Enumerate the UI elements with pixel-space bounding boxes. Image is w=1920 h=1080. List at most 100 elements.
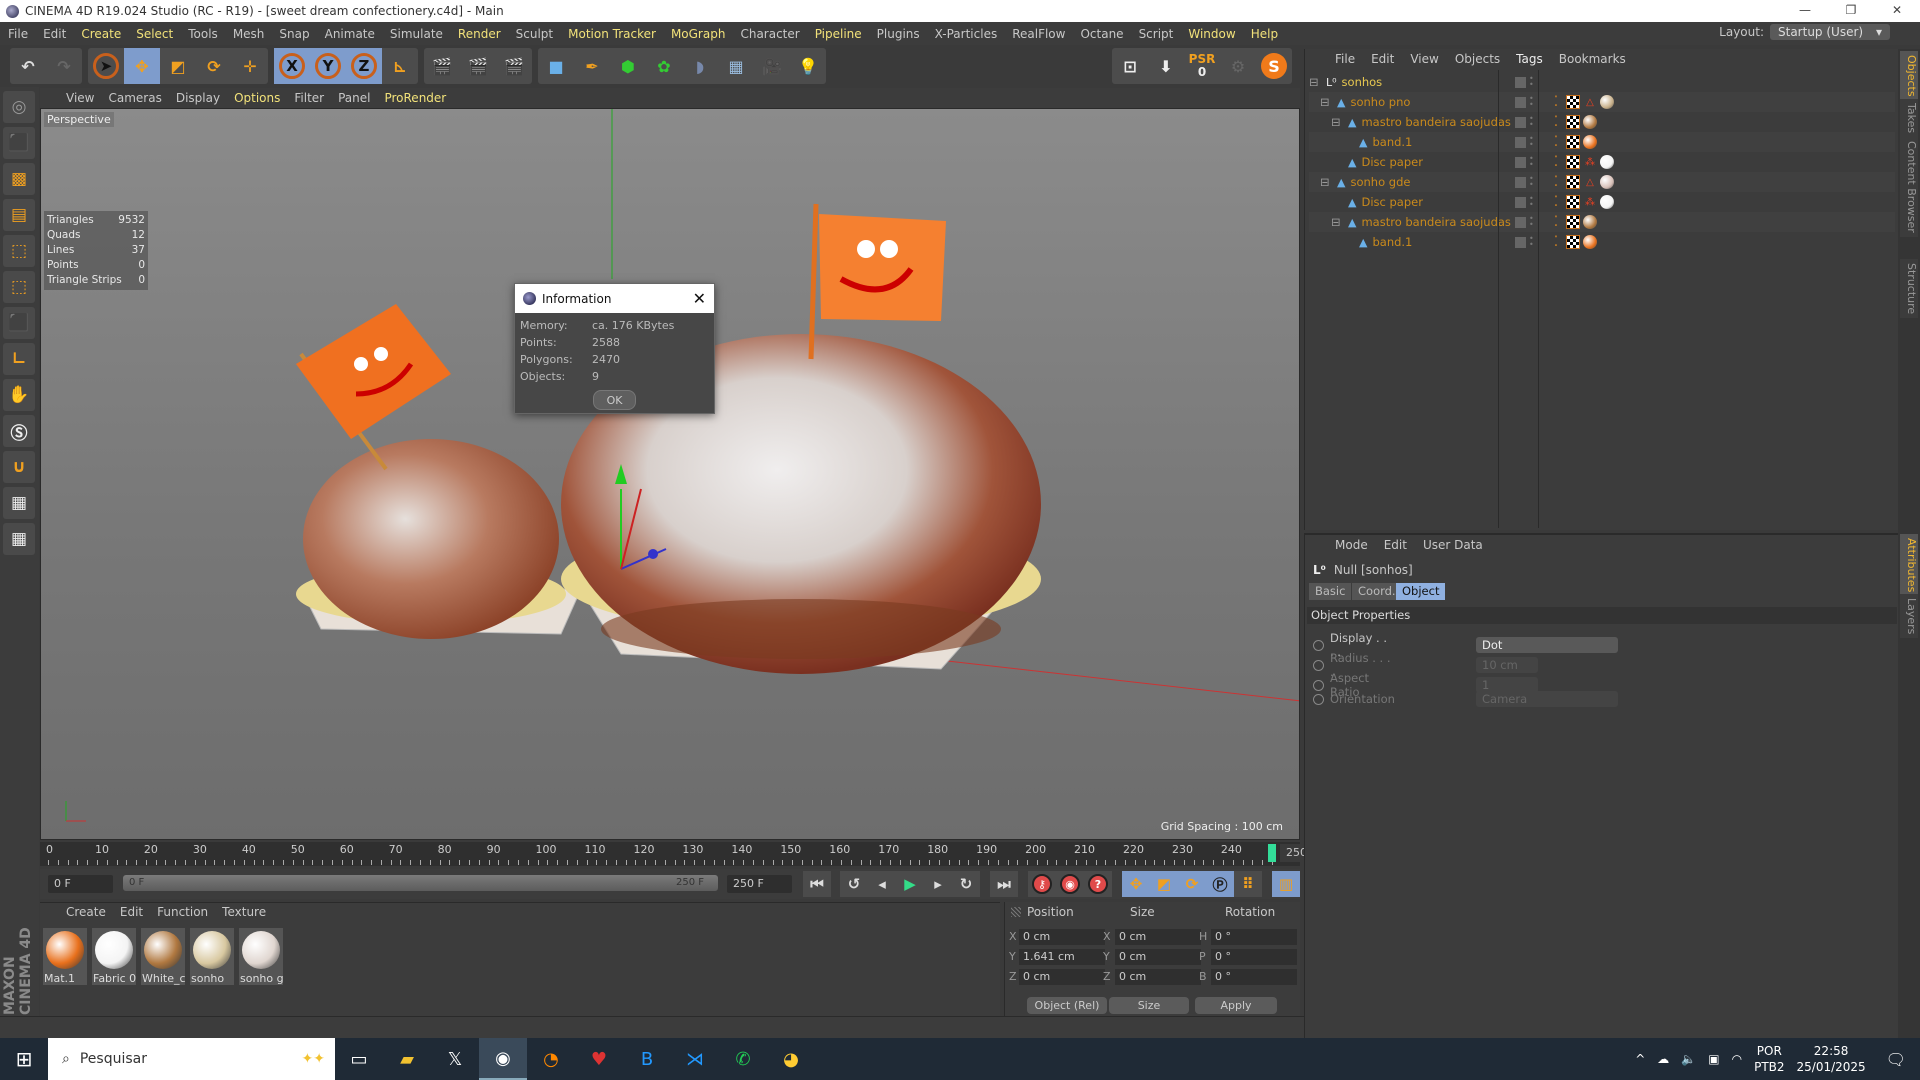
polygons-mode-icon[interactable]: ⬛ [3,307,35,339]
render-dots[interactable]: • • [1529,195,1534,209]
size-mode-select[interactable]: Size [1109,997,1189,1014]
menu-render[interactable]: Render [458,27,501,41]
tree-row[interactable]: ⊟ ▲ sonho gde • • ⁚ △ [1309,172,1895,192]
y-axis-lock-button[interactable]: Y [310,48,346,84]
material-tag-icon[interactable] [1600,95,1614,109]
snap-icon[interactable]: Ⓢ [3,415,35,447]
tree-row[interactable]: ⊟ ▲ mastro bandeira saojudas • • ⁚ [1309,212,1895,232]
magnet-icon[interactable]: ∪ [3,451,35,483]
material-tag-icon[interactable] [1600,175,1614,189]
light-icon[interactable]: 💡 [790,48,826,84]
object-menu-edit[interactable]: Edit [1371,52,1394,69]
object-name[interactable]: mastro bandeira saojudas [1361,115,1510,129]
key-pla-icon[interactable]: ⠿ [1234,871,1262,897]
camera-label[interactable]: Perspective [44,112,114,127]
restore-button[interactable]: ❐ [1828,0,1874,20]
phong-tag-icon[interactable]: ⁚ [1549,234,1563,250]
tree-row[interactable]: ▲ Disc paper • • ⁚ ⁂ [1309,192,1895,212]
material-tag-icon[interactable] [1600,195,1614,209]
viewport-menu-filter[interactable]: Filter [294,91,324,105]
camera-icon[interactable]: 🎥 [754,48,790,84]
uvw-tag-icon[interactable] [1566,235,1580,249]
tree-row[interactable]: ⊟ ▲ sonho pno • • ⁚ △ [1309,92,1895,112]
visibility-toggle[interactable] [1515,156,1526,168]
autokey-icon[interactable]: ◉ [1056,871,1084,897]
key-position-icon[interactable]: ✥ [1122,871,1150,897]
ok-button[interactable]: OK [593,390,636,410]
render-dots[interactable]: • • [1529,95,1534,109]
menu-motion-tracker[interactable]: Motion Tracker [568,27,656,41]
material-swatch[interactable]: Mat.1 [43,928,87,985]
workplane-lock-icon[interactable]: ▦ [3,487,35,519]
menu-snap[interactable]: Snap [279,27,309,41]
material-swatch[interactable]: sonho [190,928,234,985]
visibility-toggle[interactable] [1515,176,1526,188]
material-tag-icon[interactable] [1583,215,1597,229]
cinema4d-taskbar-icon[interactable]: ◉ [479,1038,527,1080]
menu-help[interactable]: Help [1251,27,1278,41]
deformer-icon[interactable]: ◗ [682,48,718,84]
selection-tag-icon[interactable]: ⁂ [1583,155,1597,169]
menu-x-particles[interactable]: X-Particles [935,27,998,41]
clock[interactable]: 22:58 25/01/2025 [1797,1043,1866,1075]
viewport-menu-panel[interactable]: Panel [338,91,370,105]
record-keys-icon[interactable]: ⚷ [1028,871,1056,897]
next-frame-icon[interactable]: ▸ [924,871,952,897]
visibility-toggle[interactable] [1515,96,1526,108]
axis-mode-icon[interactable]: ∟ [3,343,35,375]
redo-icon[interactable]: ↷ [46,48,82,84]
uvw-tag-icon[interactable] [1566,175,1580,189]
menu-select[interactable]: Select [136,27,173,41]
phong-tag-icon[interactable]: ⁚ [1549,94,1563,110]
blender-icon[interactable]: ◔ [527,1038,575,1080]
object-menu-file[interactable]: File [1335,52,1355,69]
render-settings-icon[interactable]: 🎬 [496,48,532,84]
menu-create[interactable]: Create [81,27,121,41]
material-menu-edit[interactable]: Edit [120,905,143,923]
app-icon[interactable]: ♥ [575,1038,623,1080]
tab-object[interactable]: Object [1396,583,1446,600]
menu-tools[interactable]: Tools [188,27,218,41]
edges-mode-icon[interactable]: ⬚ [3,271,35,303]
tab-basic[interactable]: Basic [1309,583,1352,600]
windows-start-icon[interactable]: ⊞ [0,1038,48,1080]
model-mode-icon[interactable]: ⬛ [3,127,35,159]
scale-tool-icon[interactable]: ◩ [160,48,196,84]
menu-script[interactable]: Script [1139,27,1174,41]
attr-menu-user-data[interactable]: User Data [1423,538,1483,555]
menu-mesh[interactable]: Mesh [233,27,265,41]
expand-toggle-icon[interactable]: ⊟ [1331,115,1343,129]
edit-render-icon[interactable]: ⊡ [1112,48,1148,84]
visibility-toggle[interactable] [1515,196,1526,208]
render-view-icon[interactable]: 🎬 [424,48,460,84]
cloner-icon[interactable]: ✿ [646,48,682,84]
render-dots[interactable]: • • [1529,175,1534,189]
object-name[interactable]: band.1 [1372,135,1412,149]
vscode-icon[interactable]: ⋊ [671,1038,719,1080]
warning-triangle-icon[interactable]: △ [1583,95,1597,109]
uvw-tag-icon[interactable] [1566,135,1580,149]
phong-tag-icon[interactable]: ⁚ [1549,134,1563,150]
phong-tag-icon[interactable]: ⁚ [1549,174,1563,190]
uvw-tag-icon[interactable] [1566,195,1580,209]
next-key-icon[interactable]: ↻ [952,871,980,897]
side-tab-structure[interactable]: Structure [1900,259,1918,319]
pen-spline-icon[interactable]: ✒ [574,48,610,84]
visibility-toggle[interactable] [1515,76,1526,88]
material-swatch[interactable]: White_c [141,928,185,985]
viewport-menu-options[interactable]: Options [234,91,280,105]
side-tab-layers[interactable]: Layers [1900,594,1918,639]
menu-mograph[interactable]: MoGraph [671,27,726,41]
phong-tag-icon[interactable]: ⁚ [1549,154,1563,170]
rot-b-field[interactable]: 0 ° [1211,969,1297,985]
timeline-window-icon[interactable]: ▥ [1272,871,1300,897]
go-to-start-icon[interactable]: ⏮ [803,871,831,897]
uvw-tag-icon[interactable] [1566,115,1580,129]
material-menu-texture[interactable]: Texture [222,905,266,923]
tree-row[interactable]: ⊟ L⁰ sonhos • • [1309,72,1895,92]
object-menu-tags[interactable]: Tags [1516,52,1543,69]
3d-viewport[interactable]: Perspective Triangles 9532 Quads 12 Lines 37 P… [40,108,1300,840]
material-menu-create[interactable]: Create [66,905,106,923]
viewport-menu-cameras[interactable]: Cameras [108,91,161,105]
grid-icon[interactable]: ▦ [3,523,35,555]
